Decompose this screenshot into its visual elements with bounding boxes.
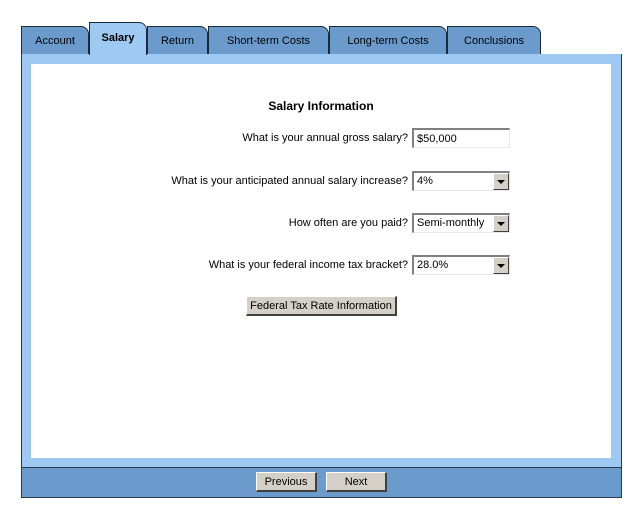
tab-conclusions[interactable]: Conclusions bbox=[447, 26, 541, 54]
form-title: Salary Information bbox=[268, 99, 374, 113]
next-button[interactable]: Next bbox=[326, 472, 387, 492]
footer-bar: Previous Next bbox=[21, 467, 622, 498]
pay-frequency-value: Semi-monthly bbox=[417, 217, 485, 229]
tax-bracket-value: 28.0% bbox=[417, 259, 449, 271]
pay-frequency-label: How often are you paid? bbox=[288, 217, 408, 229]
pay-frequency-select[interactable]: Semi-monthly bbox=[412, 213, 510, 233]
tax-bracket-select[interactable]: 28.0% bbox=[412, 255, 510, 275]
tab-long-term-costs[interactable]: Long-term Costs bbox=[329, 26, 447, 54]
tab-account-label: Account bbox=[35, 34, 75, 47]
previous-label: Previous bbox=[264, 475, 308, 488]
tax-bracket-label: What is your federal income tax bracket? bbox=[208, 259, 408, 271]
next-label: Next bbox=[344, 475, 368, 488]
chevron-down-icon[interactable] bbox=[493, 257, 509, 274]
salary-form: Salary Information What is your annual g… bbox=[31, 64, 611, 458]
tab-return[interactable]: Return bbox=[147, 26, 208, 54]
tab-conclusions-label: Conclusions bbox=[464, 34, 524, 47]
tab-salary[interactable]: Salary bbox=[89, 22, 147, 55]
tab-account[interactable]: Account bbox=[21, 26, 89, 54]
tax-rate-info-label: Federal Tax Rate Information bbox=[250, 299, 392, 312]
tax-rate-info-button[interactable]: Federal Tax Rate Information bbox=[246, 296, 397, 316]
tab-return-label: Return bbox=[160, 34, 195, 47]
tab-long-term-costs-label: Long-term Costs bbox=[347, 34, 429, 47]
annual-salary-input[interactable] bbox=[412, 128, 510, 148]
salary-increase-select[interactable]: 4% bbox=[412, 171, 510, 191]
salary-panel: Salary Information What is your annual g… bbox=[21, 54, 622, 468]
previous-button[interactable]: Previous bbox=[256, 472, 317, 492]
salary-increase-value: 4% bbox=[417, 175, 433, 187]
salary-question-label: What is your annual gross salary? bbox=[242, 132, 408, 144]
tab-short-term-costs-label: Short-term Costs bbox=[226, 34, 311, 47]
tab-short-term-costs[interactable]: Short-term Costs bbox=[208, 26, 329, 54]
chevron-down-icon[interactable] bbox=[493, 215, 509, 232]
salary-increase-label: What is your anticipated annual salary i… bbox=[171, 175, 408, 187]
chevron-down-icon[interactable] bbox=[493, 173, 509, 190]
tab-salary-label: Salary bbox=[101, 32, 135, 44]
